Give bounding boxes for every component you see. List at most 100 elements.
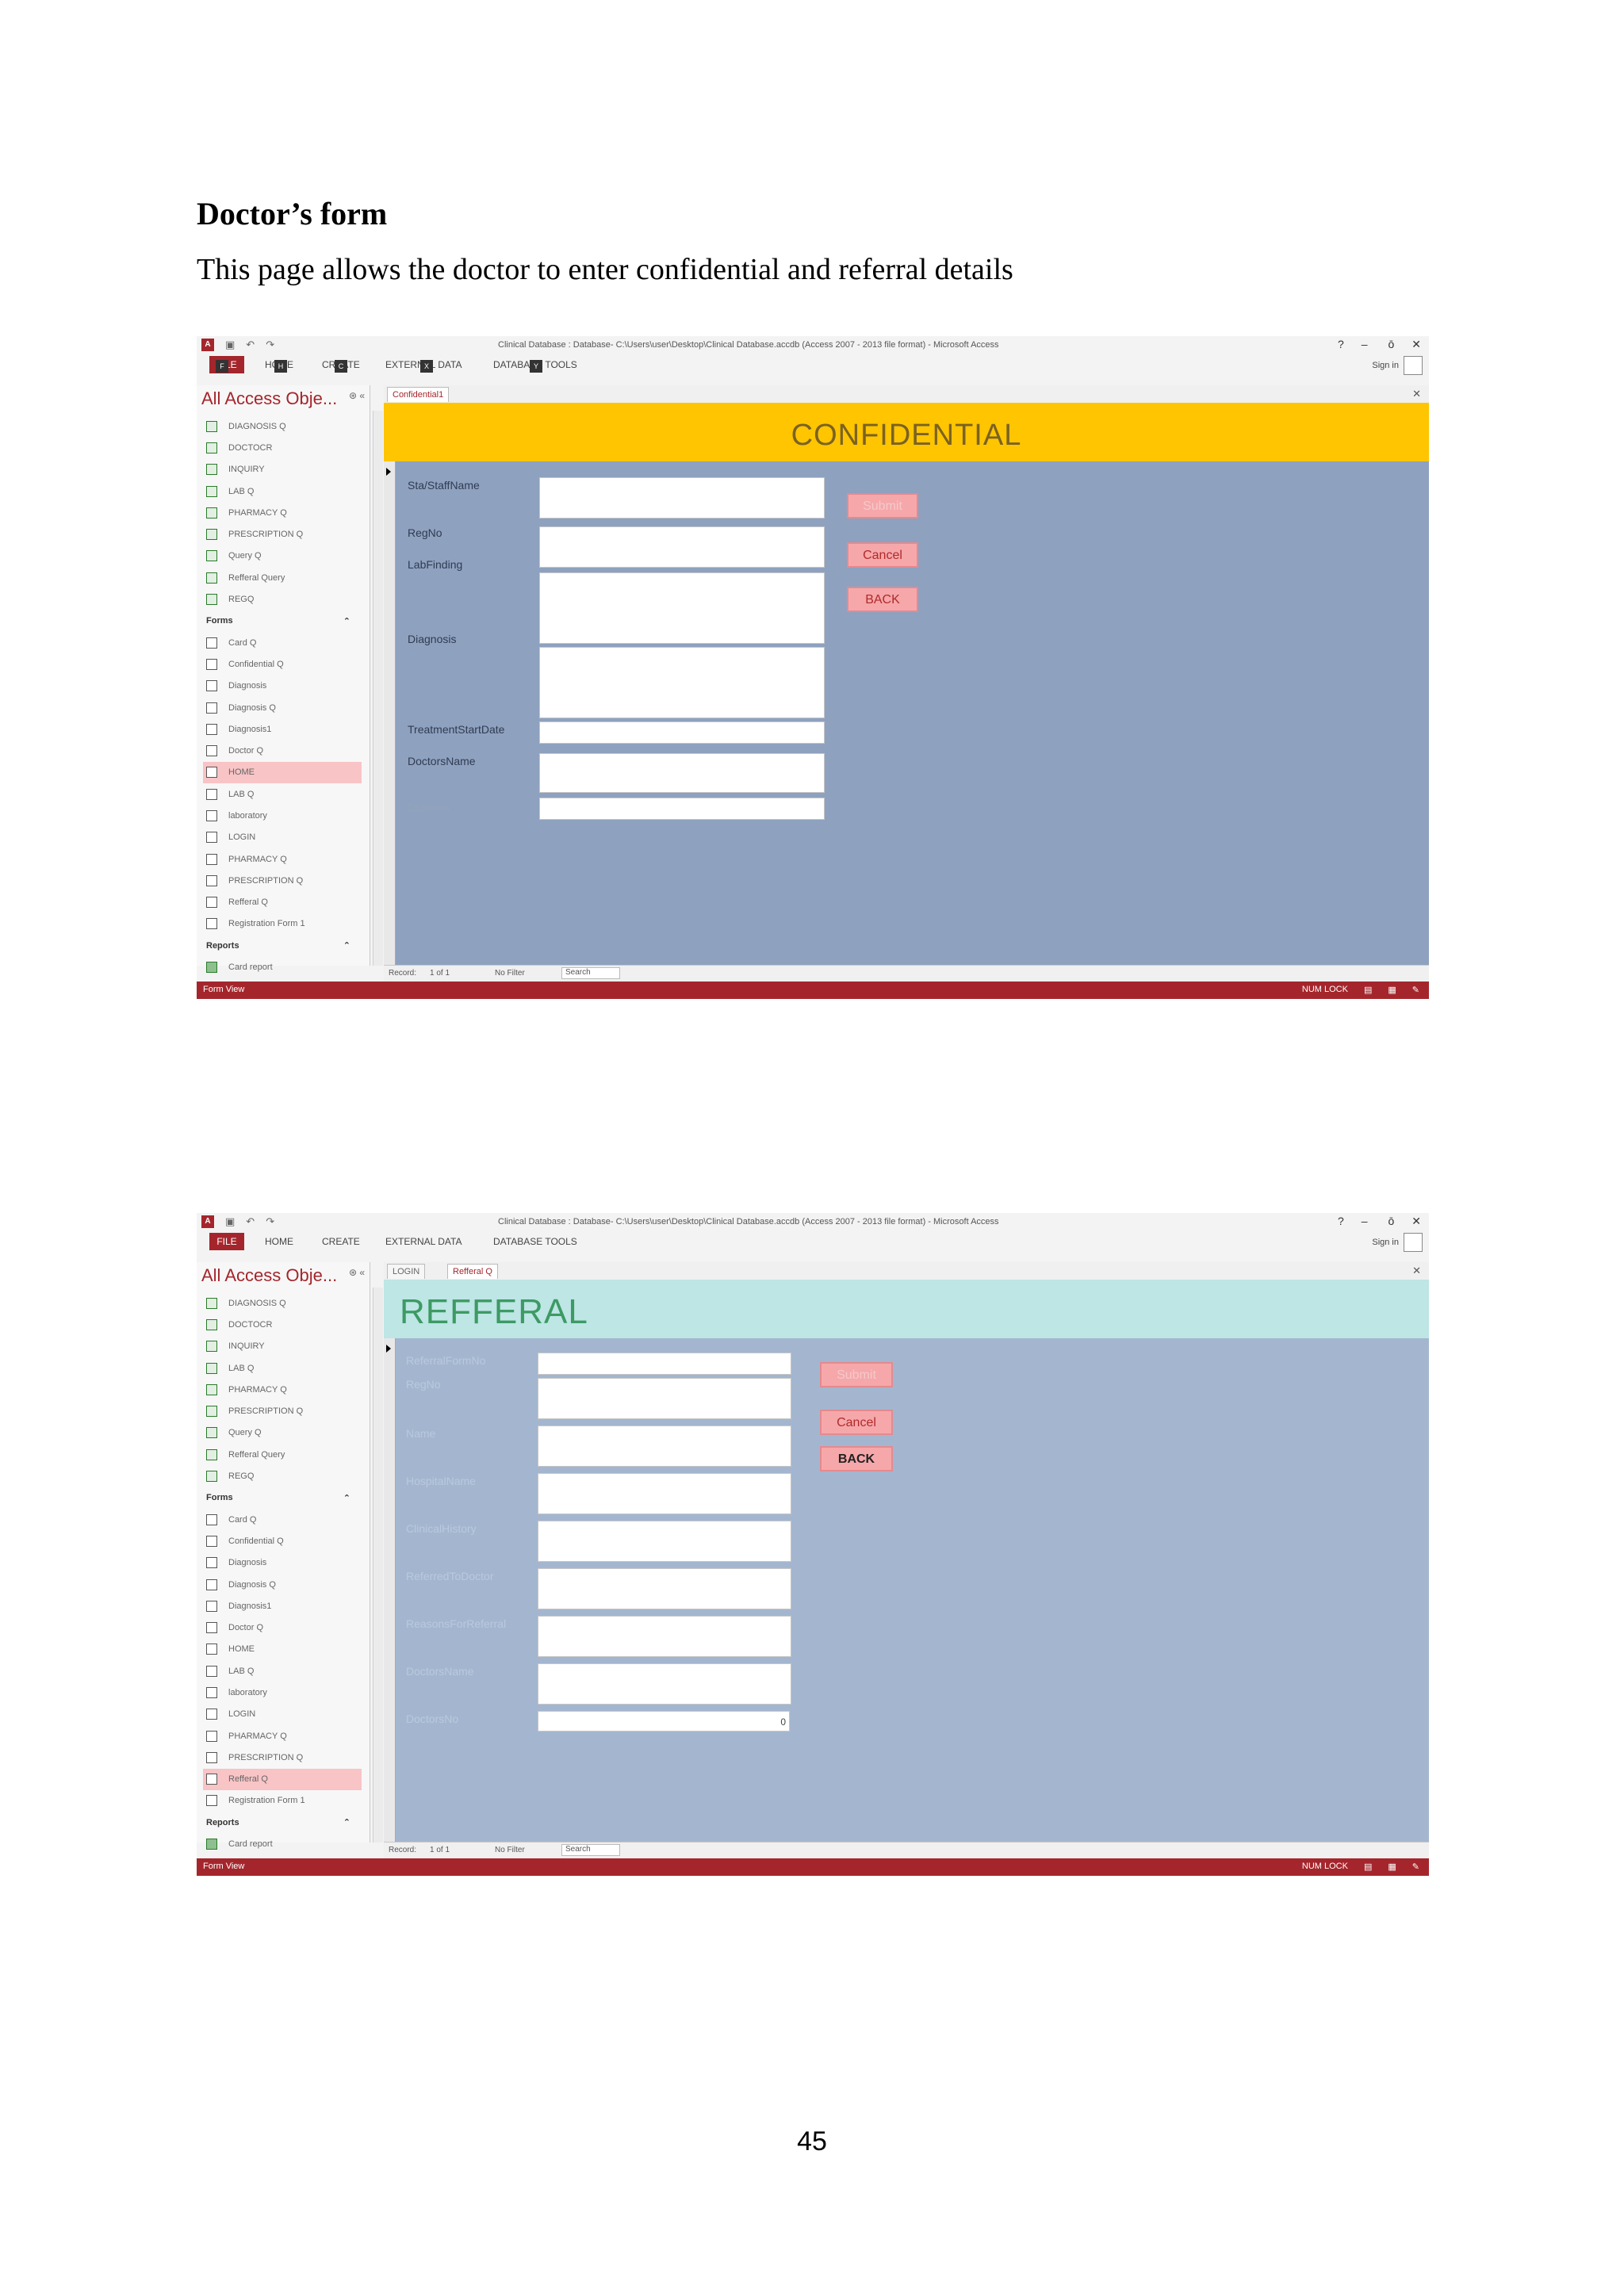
nav-item[interactable]: PHARMACY Q bbox=[203, 502, 362, 523]
nav-item[interactable]: PRESCRIPTION Q bbox=[203, 1400, 362, 1422]
nav-item[interactable]: DOCTOCR bbox=[203, 1314, 362, 1335]
collapse-icon[interactable]: ⌃ bbox=[343, 1493, 350, 1503]
close-document-icon[interactable]: ✕ bbox=[1412, 388, 1421, 400]
nav-item[interactable]: HOME bbox=[203, 761, 362, 784]
tab-login[interactable]: LOGIN bbox=[387, 1264, 426, 1279]
nav-scrollbar[interactable] bbox=[373, 411, 383, 966]
nav-item[interactable]: Diagnosis bbox=[203, 675, 362, 697]
treatment-start-date-field[interactable] bbox=[539, 721, 825, 744]
tab-file[interactable]: FILE bbox=[209, 1233, 244, 1250]
nav-item[interactable]: Refferal Q bbox=[203, 892, 362, 913]
nav-item[interactable]: Card Q bbox=[203, 1509, 362, 1530]
nav-item[interactable]: PRESCRIPTION Q bbox=[203, 1747, 362, 1768]
undo-icon[interactable]: ↶ bbox=[246, 339, 255, 351]
nav-item[interactable]: PHARMACY Q bbox=[203, 1379, 362, 1400]
nav-group-header[interactable]: Reports ⌃ bbox=[203, 1812, 362, 1833]
referred-to-doctor-field[interactable] bbox=[538, 1568, 791, 1609]
sign-in[interactable]: Sign in bbox=[1372, 356, 1423, 375]
nav-item[interactable]: DIAGNOSIS Q bbox=[203, 1292, 362, 1314]
cancel-button[interactable]: Cancel bbox=[820, 1410, 893, 1435]
sign-in[interactable]: Sign in bbox=[1372, 1233, 1423, 1252]
record-selector[interactable] bbox=[384, 461, 396, 966]
nav-item[interactable]: LOGIN bbox=[203, 827, 362, 848]
nav-item[interactable]: Registration Form 1 bbox=[203, 913, 362, 935]
record-selector[interactable] bbox=[384, 1338, 396, 1843]
help-button[interactable]: ? bbox=[1338, 1215, 1344, 1228]
nav-item[interactable]: DIAGNOSIS Q bbox=[203, 415, 362, 437]
nav-item[interactable]: Doctor Q bbox=[203, 740, 362, 761]
nav-item[interactable]: INQUIRY bbox=[203, 1336, 362, 1357]
nav-item[interactable]: Diagnosis Q bbox=[203, 697, 362, 718]
back-button[interactable]: BACK bbox=[820, 1446, 893, 1471]
design-view-icon[interactable]: ✎ bbox=[1412, 985, 1419, 995]
close-document-icon[interactable]: ✕ bbox=[1412, 1265, 1421, 1277]
cancel-button[interactable]: Cancel bbox=[847, 542, 918, 568]
close-button[interactable]: ✕ bbox=[1411, 1215, 1421, 1228]
restore-button[interactable]: ō bbox=[1385, 338, 1394, 351]
nav-item[interactable]: Diagnosis bbox=[203, 1552, 362, 1574]
nav-item[interactable]: Query Q bbox=[203, 1422, 362, 1444]
search-input[interactable]: Search bbox=[561, 967, 620, 979]
tab-external-data[interactable]: EXTERNAL DATA bbox=[385, 1236, 462, 1247]
regno-field[interactable] bbox=[539, 526, 825, 568]
nav-item[interactable]: LOGIN bbox=[203, 1704, 362, 1725]
nav-item[interactable]: REGQ bbox=[203, 588, 362, 610]
nav-item[interactable]: PRESCRIPTION Q bbox=[203, 870, 362, 891]
nav-item[interactable]: Card report bbox=[203, 1833, 362, 1854]
tab-refferal-q[interactable]: Refferal Q bbox=[447, 1264, 498, 1279]
nav-item[interactable]: LAB Q bbox=[203, 783, 362, 805]
nav-item[interactable]: PHARMACY Q bbox=[203, 1725, 362, 1747]
nav-item[interactable]: Diagnosis1 bbox=[203, 1595, 362, 1617]
nav-pane-controls[interactable]: ⊛ « bbox=[349, 1267, 365, 1278]
collapse-icon[interactable]: ⌃ bbox=[343, 1817, 350, 1827]
help-button[interactable]: ? bbox=[1338, 338, 1344, 351]
reasons-for-referral-field[interactable] bbox=[538, 1616, 791, 1657]
redo-icon[interactable]: ↷ bbox=[266, 339, 274, 351]
nav-item[interactable]: Refferal Q bbox=[203, 1768, 362, 1790]
restore-button[interactable]: ō bbox=[1385, 1215, 1394, 1228]
save-icon[interactable]: ▣ bbox=[225, 1215, 235, 1228]
collapse-icon[interactable]: ⌃ bbox=[343, 940, 350, 951]
staff-name-combo[interactable] bbox=[539, 477, 825, 519]
nav-item[interactable]: LAB Q bbox=[203, 1357, 362, 1379]
nav-item[interactable]: Diagnosis Q bbox=[203, 1574, 362, 1595]
doctors-no-field[interactable]: 0 bbox=[538, 1711, 790, 1732]
tab-home[interactable]: HOME bbox=[265, 1236, 293, 1247]
nav-item[interactable]: LAB Q bbox=[203, 1660, 362, 1682]
nav-group-header[interactable]: Reports ⌃ bbox=[203, 935, 362, 956]
nav-item[interactable]: PHARMACY Q bbox=[203, 848, 362, 870]
nav-item[interactable]: Confidential Q bbox=[203, 653, 362, 675]
tab-confidential1[interactable]: Confidential1 bbox=[387, 387, 450, 402]
nav-item[interactable]: Card Q bbox=[203, 632, 362, 653]
form-view-icon[interactable]: ▤ bbox=[1364, 1862, 1372, 1872]
nav-item[interactable]: Doctor Q bbox=[203, 1617, 362, 1638]
nav-item[interactable]: PRESCRIPTION Q bbox=[203, 523, 362, 545]
record-position[interactable]: 1 of 1 bbox=[430, 969, 450, 978]
submit-button[interactable]: Submit bbox=[820, 1362, 893, 1387]
diagnosis-field[interactable] bbox=[539, 647, 825, 718]
nav-item[interactable]: Diagnosis1 bbox=[203, 718, 362, 740]
search-input[interactable]: Search bbox=[561, 1844, 620, 1856]
referral-form-no-field[interactable] bbox=[538, 1353, 791, 1375]
nav-pane-title[interactable]: All Access Obje... bbox=[201, 1265, 337, 1286]
tab-create[interactable]: CREATE bbox=[322, 1236, 360, 1247]
nav-item[interactable]: Refferal Query bbox=[203, 1444, 362, 1465]
design-view-icon[interactable]: ✎ bbox=[1412, 1862, 1419, 1872]
nav-group-header[interactable]: Forms ⌃ bbox=[203, 610, 362, 632]
nav-item[interactable]: Card report bbox=[203, 956, 362, 978]
no-filter[interactable]: No Filter bbox=[495, 1846, 525, 1854]
nav-scrollbar[interactable] bbox=[373, 1288, 383, 1843]
minimize-button[interactable]: – bbox=[1362, 1215, 1368, 1228]
form-view-icon[interactable]: ▤ bbox=[1364, 985, 1372, 995]
doctors-name-field[interactable] bbox=[538, 1663, 791, 1705]
nav-item[interactable]: Registration Form 1 bbox=[203, 1790, 362, 1812]
minimize-button[interactable]: – bbox=[1362, 338, 1368, 351]
submit-button[interactable]: Submit bbox=[847, 493, 918, 519]
name-field[interactable] bbox=[538, 1425, 791, 1467]
collapse-icon[interactable]: ⌃ bbox=[343, 616, 350, 626]
nav-item[interactable]: REGQ bbox=[203, 1465, 362, 1487]
back-button[interactable]: BACK bbox=[847, 587, 918, 612]
nav-item[interactable]: Refferal Query bbox=[203, 567, 362, 588]
layout-view-icon[interactable]: ▦ bbox=[1388, 1862, 1396, 1872]
redo-icon[interactable]: ↷ bbox=[266, 1215, 274, 1228]
